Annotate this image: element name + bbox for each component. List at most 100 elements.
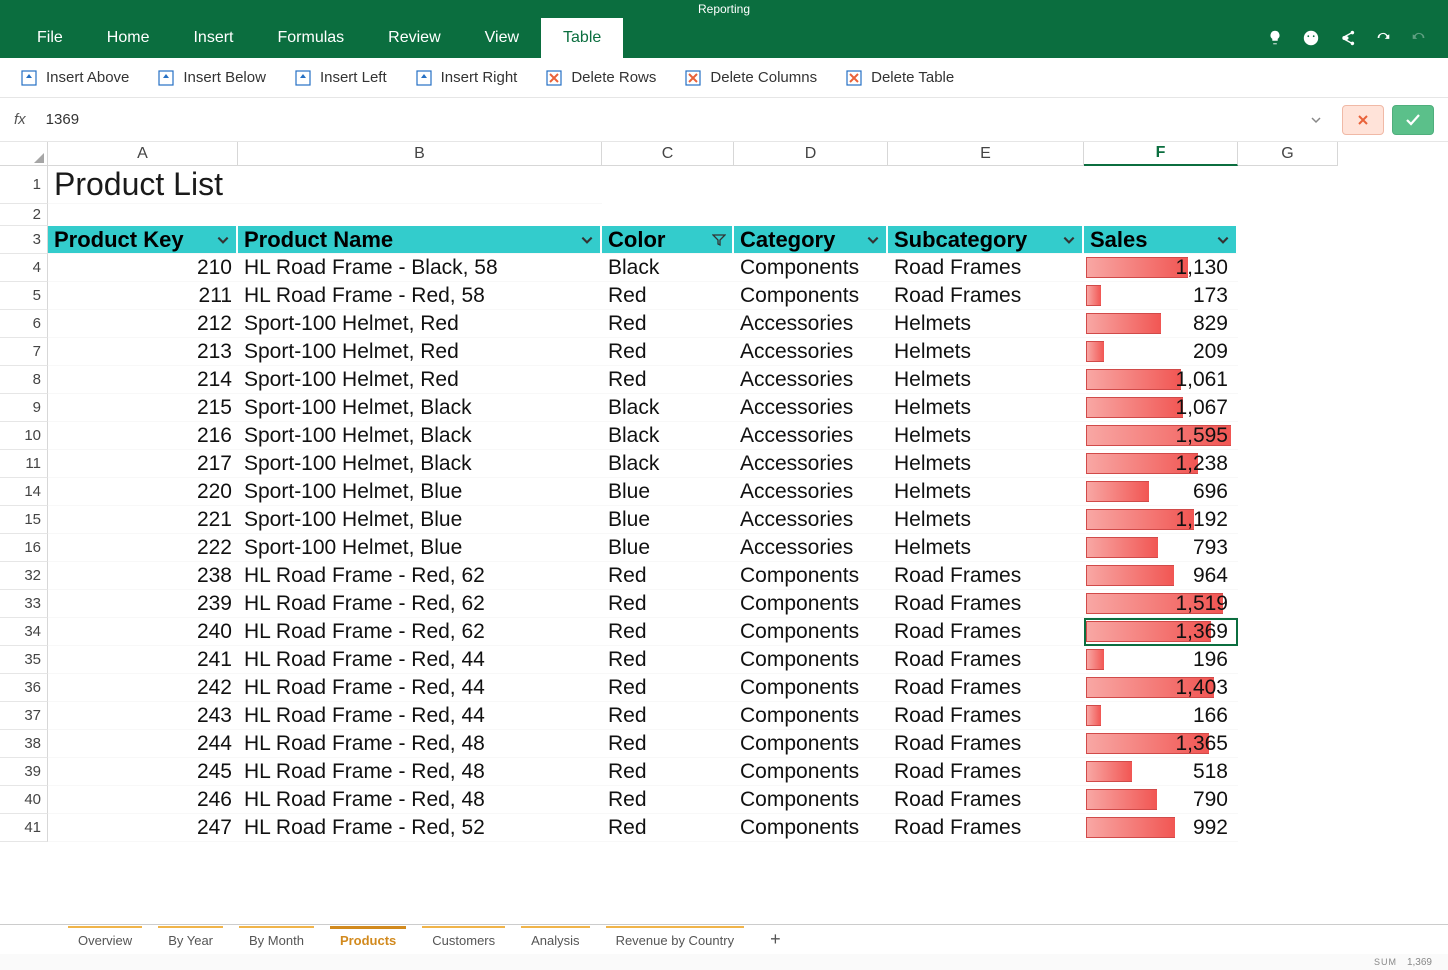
formula-dropdown-icon[interactable] [1310,114,1322,126]
cell-subcategory[interactable]: Helmets [888,310,1084,338]
cell-color[interactable]: Red [602,702,734,730]
cell-category[interactable]: Accessories [734,506,888,534]
share-icon[interactable] [1338,29,1356,47]
row-header[interactable]: 1 [0,166,48,204]
row-header[interactable]: 39 [0,758,48,786]
cell-category[interactable]: Accessories [734,534,888,562]
ribbon-tab-file[interactable]: File [15,18,85,58]
lightbulb-icon[interactable] [1266,29,1284,47]
cell-key[interactable]: 238 [48,562,238,590]
row-header[interactable]: 37 [0,702,48,730]
cell-color[interactable]: Red [602,562,734,590]
cell-subcategory[interactable]: Helmets [888,534,1084,562]
cell-key[interactable]: 212 [48,310,238,338]
cell-sales[interactable]: 166 [1084,702,1238,730]
row-header[interactable]: 7 [0,338,48,366]
column-header-A[interactable]: A [48,142,238,166]
cell-sales[interactable]: 1,519 [1084,590,1238,618]
cell-key[interactable]: 216 [48,422,238,450]
row-header[interactable]: 16 [0,534,48,562]
cell-key[interactable]: 221 [48,506,238,534]
cell-key[interactable]: 241 [48,646,238,674]
insert-left-button[interactable]: Insert Left [294,69,387,87]
cell-name[interactable]: HL Road Frame - Red, 62 [238,562,602,590]
filter-icon[interactable] [712,233,726,247]
row-header[interactable]: 38 [0,730,48,758]
cell-category[interactable]: Components [734,254,888,282]
smile-icon[interactable] [1302,29,1320,47]
cell-category[interactable]: Accessories [734,478,888,506]
cell-name[interactable]: Sport-100 Helmet, Blue [238,478,602,506]
cell-sales[interactable]: 1,595 [1084,422,1238,450]
cell-subcategory[interactable]: Helmets [888,394,1084,422]
cell-name[interactable]: HL Road Frame - Red, 62 [238,618,602,646]
ribbon-tab-review[interactable]: Review [366,18,462,58]
cell-name[interactable]: HL Road Frame - Black, 58 [238,254,602,282]
cell-sales[interactable]: 992 [1084,814,1238,842]
insert-below-button[interactable]: Insert Below [157,69,266,87]
cell-sales[interactable]: 790 [1084,786,1238,814]
cell-category[interactable]: Accessories [734,394,888,422]
row-header[interactable]: 6 [0,310,48,338]
header-sales[interactable]: Sales [1084,226,1238,254]
cell-sales[interactable]: 964 [1084,562,1238,590]
cell-subcategory[interactable]: Road Frames [888,646,1084,674]
header-subcategory[interactable]: Subcategory [888,226,1084,254]
cell-color[interactable]: Red [602,674,734,702]
cell-key[interactable]: 215 [48,394,238,422]
cell-category[interactable]: Components [734,814,888,842]
sheet-tab-revenue-by-country[interactable]: Revenue by Country [598,925,753,954]
cell-name[interactable]: Sport-100 Helmet, Blue [238,534,602,562]
column-header-C[interactable]: C [602,142,734,166]
cell-subcategory[interactable]: Road Frames [888,758,1084,786]
cell-category[interactable]: Components [734,674,888,702]
cell-name[interactable]: Sport-100 Helmet, Black [238,394,602,422]
redo-icon[interactable] [1410,29,1428,47]
cell-sales[interactable]: 793 [1084,534,1238,562]
cell-sales[interactable]: 1,067 [1084,394,1238,422]
cell-key[interactable]: 245 [48,758,238,786]
row-header[interactable]: 4 [0,254,48,282]
cell-key[interactable]: 214 [48,366,238,394]
cell-color[interactable]: Red [602,310,734,338]
cell-color[interactable]: Black [602,450,734,478]
cell-subcategory[interactable]: Helmets [888,338,1084,366]
row-header[interactable]: 36 [0,674,48,702]
row-header[interactable]: 41 [0,814,48,842]
cell-name[interactable]: Sport-100 Helmet, Black [238,422,602,450]
header-category[interactable]: Category [734,226,888,254]
cell-sales[interactable]: 196 [1084,646,1238,674]
cell-name[interactable]: HL Road Frame - Red, 44 [238,702,602,730]
cell-color[interactable]: Blue [602,506,734,534]
cell-sales[interactable]: 1,192 [1084,506,1238,534]
cell-key[interactable]: 217 [48,450,238,478]
row-header[interactable]: 15 [0,506,48,534]
spreadsheet-grid[interactable]: ABCDEFG 1 Product List 2 3 Product Key P… [0,142,1448,842]
cell-subcategory[interactable]: Helmets [888,366,1084,394]
sheet-tab-products[interactable]: Products [322,925,414,954]
cell-name[interactable]: HL Road Frame - Red, 52 [238,814,602,842]
row-header[interactable]: 8 [0,366,48,394]
cell-category[interactable]: Components [734,562,888,590]
cell-category[interactable]: Components [734,282,888,310]
row-header[interactable]: 5 [0,282,48,310]
select-all-corner[interactable] [0,142,48,166]
cell-category[interactable]: Components [734,618,888,646]
cell-subcategory[interactable]: Road Frames [888,814,1084,842]
formula-accept-button[interactable] [1392,105,1434,135]
cell-category[interactable]: Accessories [734,450,888,478]
cell-sales[interactable]: 1,238 [1084,450,1238,478]
row-header[interactable]: 2 [0,204,48,226]
cell-name[interactable]: HL Road Frame - Red, 58 [238,282,602,310]
formula-cancel-button[interactable] [1342,105,1384,135]
cell-sales[interactable]: 209 [1084,338,1238,366]
delete-cols-button[interactable]: Delete Columns [684,69,817,87]
row-header[interactable]: 35 [0,646,48,674]
cell-name[interactable]: Sport-100 Helmet, Black [238,450,602,478]
cell-subcategory[interactable]: Helmets [888,478,1084,506]
cell-color[interactable]: Red [602,786,734,814]
cell-sales[interactable]: 1,365 [1084,730,1238,758]
cell-category[interactable]: Components [734,786,888,814]
cell-key[interactable]: 220 [48,478,238,506]
sheet-tab-analysis[interactable]: Analysis [513,925,597,954]
